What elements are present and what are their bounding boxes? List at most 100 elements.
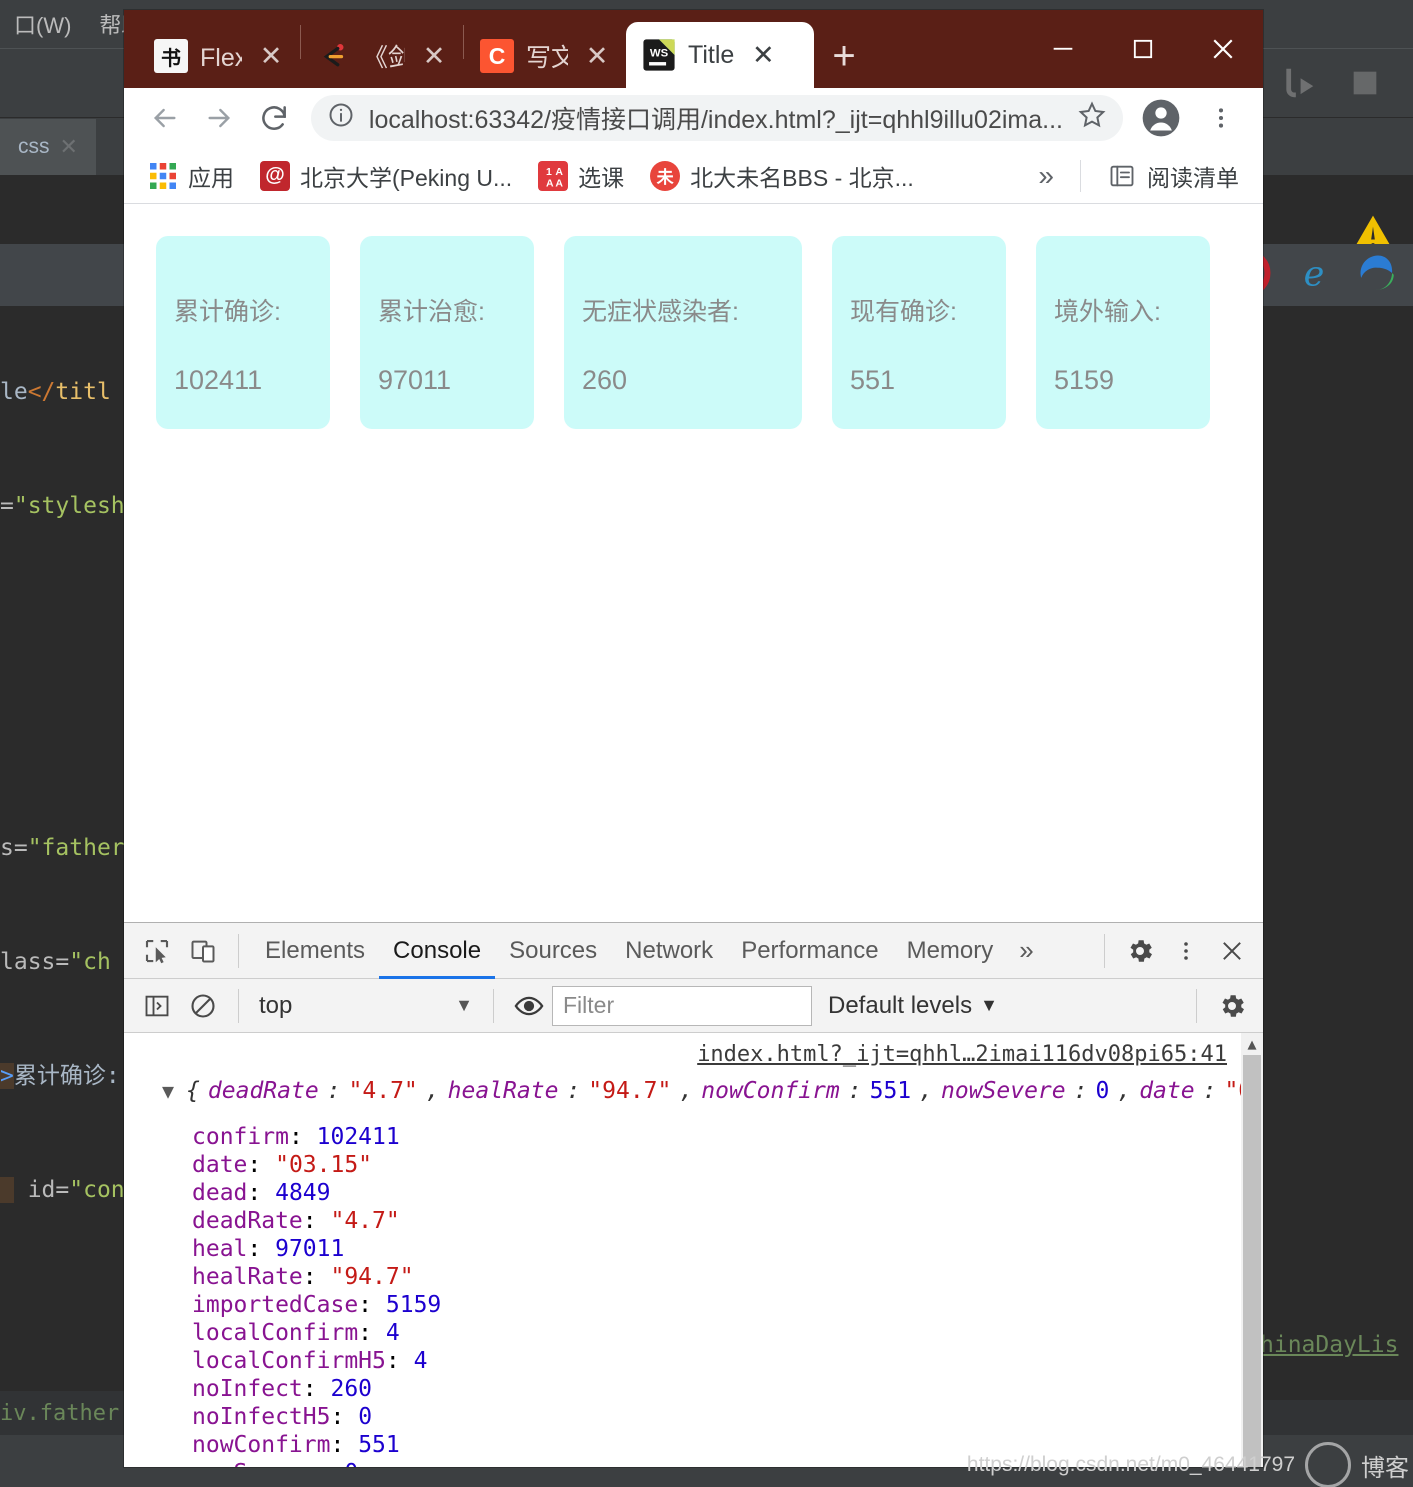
maximize-icon[interactable] (1103, 10, 1183, 88)
scroll-up-arrow-icon[interactable]: ▲ (1241, 1033, 1263, 1055)
console-sidebar-icon[interactable] (134, 983, 180, 1029)
console-property-row[interactable]: deadRate: "4.7" (192, 1207, 1263, 1235)
stat-card-label: 现有确诊: (850, 298, 957, 326)
console-property-row[interactable]: noInfect: 260 (192, 1375, 1263, 1403)
devtools-tab-memory[interactable]: Memory (893, 923, 1008, 979)
bookmark-course-selection[interactable]: 1AAA 选课 (528, 155, 634, 197)
console-property-row[interactable]: dead: 4849 (192, 1179, 1263, 1207)
console-property-row[interactable]: nowConfirm: 551 (192, 1431, 1263, 1459)
ide-editor-tab-css[interactable]: css ✕ (0, 119, 96, 175)
browser-tab-3-active[interactable]: WS Title ✕ (626, 22, 814, 88)
bookmark-label: 北大未名BBS - 北京... (690, 164, 914, 191)
devtools-tab-console[interactable]: Console (379, 923, 495, 979)
console-property-row[interactable]: importedCase: 5159 (192, 1291, 1263, 1319)
divider (1080, 159, 1081, 192)
console-toolbar: top ▼ Filter Default levels ▼ (124, 979, 1263, 1033)
minimize-icon[interactable] (1023, 10, 1103, 88)
chrome-browser-window: 书 Flex 布局 ✕ 《剑指 O ✕ C 写文章- ✕ WS Title ✕ … (124, 10, 1263, 1467)
stat-card-value: 97011 (378, 365, 452, 395)
divider (1196, 988, 1197, 1023)
new-tab-button[interactable]: + (814, 24, 874, 88)
close-icon[interactable] (1209, 928, 1255, 974)
ide-menu-window[interactable]: 口(W) (0, 8, 85, 40)
tab-title: 《剑指 O (363, 44, 405, 72)
stat-card-imported: 境外输入: 5159 (1036, 236, 1210, 429)
three-dot-menu-icon[interactable] (1193, 90, 1249, 146)
reload-icon[interactable] (247, 90, 301, 146)
scrollbar-thumb[interactable] (1243, 1055, 1261, 1467)
reading-list-button[interactable]: 阅读清单 (1097, 155, 1249, 197)
disclosure-triangle-icon[interactable]: ▼ (162, 1077, 174, 1105)
star-icon[interactable] (1077, 100, 1107, 137)
close-icon[interactable] (1183, 10, 1263, 88)
console-property-row[interactable]: localConfirm: 4 (192, 1319, 1263, 1347)
inspect-element-icon[interactable] (134, 928, 180, 974)
divider (493, 988, 494, 1023)
console-property-row[interactable]: nowSevere: 0 (192, 1459, 1263, 1467)
browser-tab-2[interactable]: C 写文章- ✕ (464, 24, 626, 88)
close-icon[interactable]: ✕ (60, 134, 78, 160)
ide-breadcrumb-label: iv.father (0, 1400, 120, 1426)
browser-tab-0[interactable]: 书 Flex 布局 ✕ (138, 24, 300, 88)
forward-arrow-icon[interactable] (192, 90, 246, 146)
browser-tab-1[interactable]: 《剑指 O ✕ (301, 24, 463, 88)
profile-avatar-icon[interactable] (1133, 90, 1189, 146)
console-log-levels-value: Default levels (828, 991, 973, 1019)
svg-text:e: e (1304, 254, 1325, 294)
console-output[interactable]: index.html?_ijt=qhhl…2imai116dv08pi65:41… (124, 1033, 1263, 1467)
live-expression-icon[interactable] (506, 983, 552, 1029)
console-context-select[interactable]: top ▼ (251, 986, 481, 1026)
console-property-row[interactable]: heal: 97011 (192, 1235, 1263, 1263)
divider (238, 933, 239, 968)
stat-card-value: 5159 (1054, 365, 1115, 395)
stat-card-value: 551 (850, 365, 896, 395)
apps-grid-icon (148, 161, 178, 191)
tab-close-icon[interactable]: ✕ (417, 41, 451, 72)
tab-close-icon[interactable]: ✕ (254, 41, 288, 72)
tab-close-icon[interactable]: ✕ (746, 40, 780, 71)
clear-console-icon[interactable] (180, 983, 226, 1029)
stat-card-now-confirm: 现有确诊: 551 (832, 236, 1006, 429)
bookmark-apps[interactable]: 应用 (138, 155, 244, 197)
address-bar[interactable]: localhost:63342/疫情接口调用/index.html?_ijt=q… (310, 95, 1123, 141)
console-property-row[interactable]: confirm: 102411 (192, 1123, 1263, 1151)
svg-text:1: 1 (546, 165, 552, 177)
internet-explorer-icon[interactable]: e (1293, 252, 1335, 299)
bookmark-bbs[interactable]: 未 北大未名BBS - 北京... (640, 155, 924, 197)
stat-card-value: 260 (582, 365, 628, 395)
console-source-link[interactable]: index.html?_ijt=qhhl…2imai116dv08pi65:41 (697, 1041, 1227, 1069)
console-filter-input[interactable]: Filter (552, 985, 812, 1026)
console-filter-placeholder: Filter (563, 992, 615, 1018)
devtools-tab-network[interactable]: Network (611, 923, 727, 979)
console-property-row[interactable]: noInfectH5: 0 (192, 1403, 1263, 1431)
devtools-tab-performance[interactable]: Performance (727, 923, 892, 979)
tab-favicon-webstorm-icon: WS (642, 38, 676, 72)
devtools-more-tabs-icon[interactable]: » (1007, 935, 1045, 966)
toggle-device-toolbar-icon[interactable] (180, 928, 226, 974)
run-with-coverage-icon[interactable] (1279, 63, 1319, 103)
gear-icon[interactable] (1117, 928, 1163, 974)
devtools-tab-sources[interactable]: Sources (495, 923, 611, 979)
console-context-value: top (259, 991, 293, 1019)
tab-title: Title (688, 40, 735, 69)
console-property-row[interactable]: date: "03.15" (192, 1151, 1263, 1179)
bookmark-label: 选课 (578, 164, 625, 191)
devtools-tab-elements[interactable]: Elements (251, 923, 379, 979)
svg-text:A: A (555, 165, 563, 177)
chevron-down-icon: ▼ (455, 995, 473, 1015)
back-arrow-icon[interactable] (138, 90, 192, 146)
console-property-row[interactable]: healRate: "94.7" (192, 1263, 1263, 1291)
console-log-levels-select[interactable]: Default levels ▼ (812, 992, 1014, 1020)
devtools-panel: Elements Console Sources Network Perform… (124, 922, 1263, 1467)
bookmark-peking-university[interactable]: @ 北京大学(Peking U... (250, 155, 522, 197)
console-property-row[interactable]: localConfirmH5: 4 (192, 1347, 1263, 1375)
stop-icon[interactable] (1345, 63, 1385, 103)
tab-close-icon[interactable]: ✕ (580, 41, 614, 72)
console-scrollbar[interactable]: ▲ ▼ (1241, 1033, 1263, 1467)
edge-icon[interactable] (1357, 252, 1399, 299)
bookmarks-overflow-button[interactable]: » (1028, 156, 1064, 196)
gear-icon[interactable] (1209, 983, 1255, 1029)
three-dot-menu-icon[interactable] (1163, 928, 1209, 974)
stat-card-label: 累计治愈: (378, 298, 485, 326)
info-circle-icon[interactable] (327, 101, 355, 136)
